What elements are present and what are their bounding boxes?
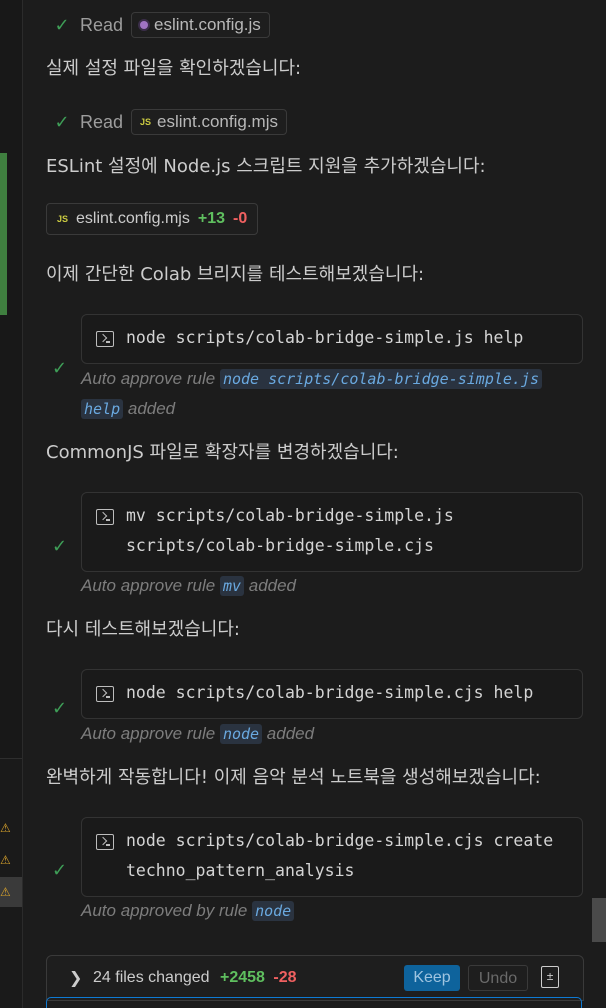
lines-removed: -0 — [232, 210, 248, 227]
read-step: ✓ Read JS eslint.config.mjs — [52, 108, 287, 136]
chat-panel: ⚠ ⚠ ⚠ ✓ Read eslint.config.js 실제 설정 파일을 … — [0, 0, 606, 1008]
assistant-message: 다시 테스트해보겠습니다: — [46, 619, 240, 640]
note-prefix: Auto approved by rule — [81, 901, 248, 920]
js-file-icon: JS — [57, 214, 69, 224]
read-step: ✓ Read eslint.config.js — [52, 11, 270, 39]
terminal-command-block[interactable]: node scripts/colab-bridge-simple.cjs cre… — [81, 817, 583, 897]
assistant-message: 실제 설정 파일을 확인하겠습니다: — [46, 58, 302, 79]
check-icon: ✓ — [54, 14, 70, 35]
check-icon: ✓ — [52, 536, 68, 556]
assistant-message: 이제 간단한 Colab 브리지를 테스트해보겠습니다: — [46, 264, 425, 285]
total-lines-removed: -28 — [273, 969, 297, 986]
change-indicator-bar — [0, 153, 7, 315]
terminal-command-block[interactable]: mv scripts/colab-bridge-simple.js script… — [81, 492, 583, 572]
auto-approve-note-cont: help added — [81, 399, 175, 419]
chat-input-border[interactable] — [46, 997, 582, 1008]
file-chip[interactable]: JS eslint.config.mjs — [131, 109, 287, 135]
command-text: scripts/colab-bridge-simple.cjs — [126, 536, 434, 555]
read-verb: Read — [80, 111, 124, 132]
command-text: techno_pattern_analysis — [126, 861, 355, 880]
file-name: eslint.config.mjs — [76, 210, 190, 227]
check-icon: ✓ — [54, 111, 70, 132]
files-changed-summary[interactable]: 24 files changed +2458 -28 — [93, 969, 297, 987]
terminal-icon — [96, 686, 114, 702]
rule-chip: node — [252, 901, 295, 921]
file-chip[interactable]: eslint.config.js — [131, 12, 270, 38]
rule-chip: help — [81, 399, 124, 419]
files-changed-bar: ❯ 24 files changed +2458 -28 Keep Undo ± — [46, 955, 584, 1001]
command-text: node scripts/colab-bridge-simple.js help — [126, 328, 524, 347]
files-changed-label: 24 files changed — [93, 969, 210, 986]
check-icon: ✓ — [52, 860, 68, 880]
command-text: node scripts/colab-bridge-simple.cjs hel… — [126, 683, 534, 702]
keep-button[interactable]: Keep — [404, 965, 460, 991]
warning-icon[interactable]: ⚠ — [0, 877, 22, 907]
rule-chip: node scripts/colab-bridge-simple.js — [219, 369, 543, 389]
chevron-right-icon[interactable]: ❯ — [69, 968, 82, 988]
undo-button[interactable]: Undo — [468, 965, 528, 991]
scrollbar-thumb[interactable] — [592, 898, 606, 942]
file-name: eslint.config.js — [154, 15, 261, 34]
rule-chip: mv — [219, 576, 244, 596]
note-prefix: Auto approve rule — [81, 724, 216, 743]
check-icon: ✓ — [52, 698, 68, 718]
assistant-message: 완벽하게 작동합니다! 이제 음악 분석 노트북을 생성해보겠습니다: — [46, 767, 541, 788]
file-name: eslint.config.mjs — [157, 112, 278, 131]
warning-icon[interactable]: ⚠ — [0, 853, 14, 867]
note-prefix: Auto approve rule — [81, 576, 216, 595]
command-text: node scripts/colab-bridge-simple.cjs cre… — [126, 831, 554, 850]
problems-gutter: ⚠ ⚠ ⚠ — [0, 758, 22, 1008]
editor-gutter: ⚠ ⚠ ⚠ — [0, 0, 23, 1008]
command-text: mv scripts/colab-bridge-simple.js — [126, 506, 454, 525]
auto-approve-note: Auto approved by rule node — [81, 901, 295, 921]
js-file-icon: JS — [140, 117, 152, 127]
edited-file-chip[interactable]: JS eslint.config.mjs +13 -0 — [46, 203, 259, 235]
auto-approve-note: Auto approve rule node added — [81, 724, 314, 744]
assistant-message: ESLint 설정에 Node.js 스크립트 지원을 추가하겠습니다: — [46, 156, 486, 177]
terminal-icon — [96, 834, 114, 850]
note-suffix: added — [127, 399, 176, 418]
note-suffix: added — [266, 724, 315, 743]
note-prefix: Auto approve rule — [81, 369, 216, 388]
assistant-message: CommonJS 파일로 확장자를 변경하겠습니다: — [46, 442, 399, 463]
config-file-icon — [140, 21, 149, 29]
warning-icon[interactable]: ⚠ — [0, 821, 14, 835]
diff-document-icon[interactable]: ± — [541, 966, 559, 988]
terminal-command-block[interactable]: node scripts/colab-bridge-simple.js help — [81, 314, 583, 364]
check-icon: ✓ — [52, 358, 68, 378]
terminal-icon — [96, 331, 114, 347]
note-suffix: added — [248, 576, 297, 595]
auto-approve-note: Auto approve rule node scripts/colab-bri… — [81, 369, 543, 389]
auto-approve-note: Auto approve rule mv added — [81, 576, 296, 596]
total-lines-added: +2458 — [219, 969, 265, 986]
read-verb: Read — [80, 14, 124, 35]
rule-chip: node — [219, 724, 263, 744]
terminal-command-block[interactable]: node scripts/colab-bridge-simple.cjs hel… — [81, 669, 583, 719]
terminal-icon — [96, 509, 114, 525]
lines-added: +13 — [197, 210, 225, 227]
